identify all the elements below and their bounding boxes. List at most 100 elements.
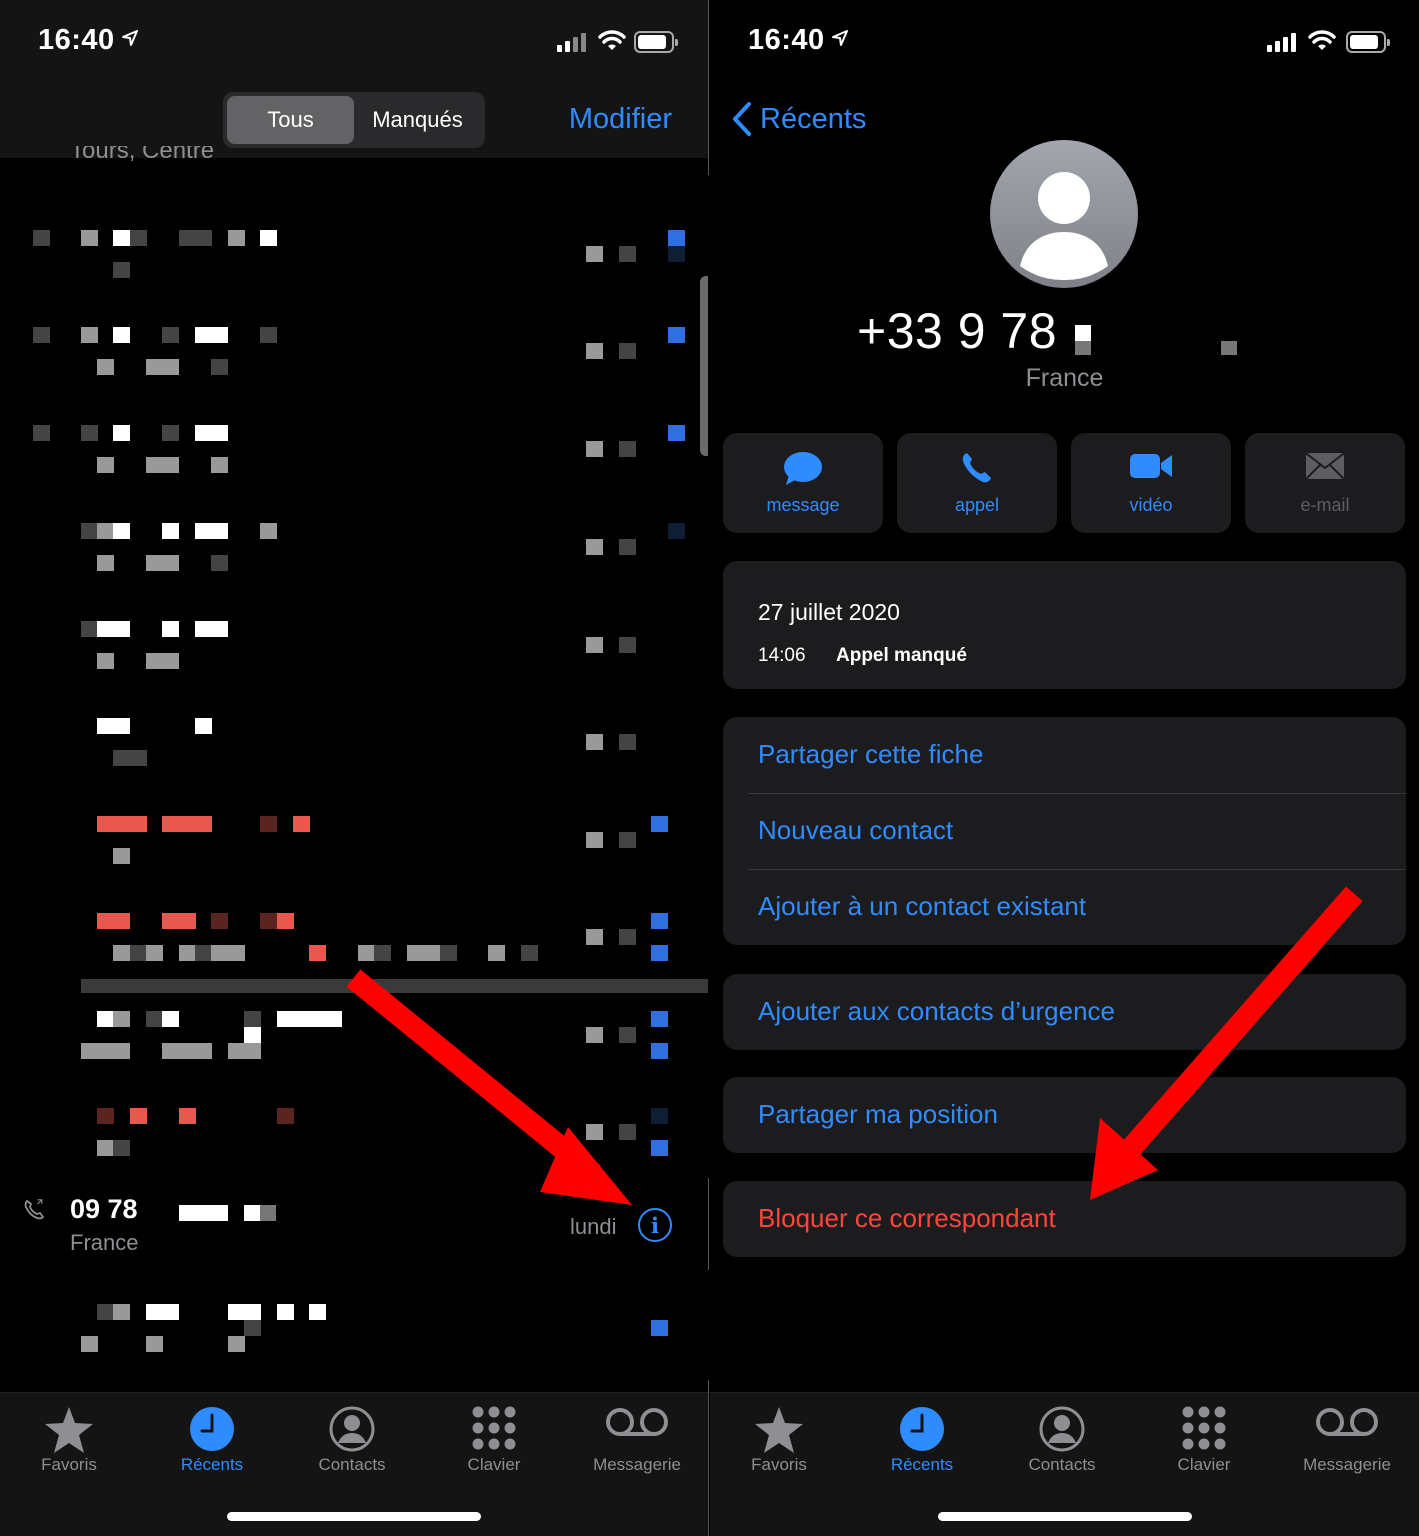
- redacted-block: [228, 1043, 245, 1059]
- battery-icon: [1346, 31, 1390, 53]
- redacted-block: [195, 816, 212, 832]
- home-indicator[interactable]: [937, 1512, 1192, 1521]
- video-button[interactable]: vidéo: [1071, 433, 1231, 533]
- contact-country: France: [1025, 364, 1104, 392]
- back-button[interactable]: Récents: [732, 102, 866, 136]
- redacted-block: [81, 230, 98, 246]
- star-icon: [43, 1405, 95, 1460]
- caller-number: 09 78: [70, 1194, 138, 1224]
- add-emergency-contact-button[interactable]: Ajouter aux contacts d’urgence: [758, 996, 1115, 1027]
- keypad-icon: [471, 1405, 517, 1456]
- redacted-block: [162, 425, 179, 441]
- share-card-button[interactable]: Partager cette fiche: [758, 739, 983, 770]
- email-button[interactable]: e-mail: [1245, 433, 1405, 533]
- divider-line: [708, 1178, 709, 1270]
- redacted-block: [113, 1304, 130, 1320]
- info-button[interactable]: i: [638, 1208, 672, 1242]
- redacted-block: [113, 262, 130, 278]
- filter-segmented-control[interactable]: Tous Manqués: [223, 92, 485, 148]
- redacted-block: [521, 945, 538, 961]
- redacted-block: [260, 327, 277, 343]
- recent-call-row[interactable]: 09 78 France lundi i: [0, 1180, 708, 1270]
- redacted-block: [195, 1043, 212, 1059]
- redacted-block: [33, 230, 50, 246]
- new-contact-button[interactable]: Nouveau contact: [758, 815, 953, 846]
- redacted-block: [228, 945, 245, 961]
- star-icon: [753, 1405, 805, 1460]
- scrollbar[interactable]: [700, 276, 708, 456]
- redacted-block: [244, 1205, 260, 1221]
- status-bar: 16:40: [710, 0, 1419, 80]
- message-bubble-icon: [784, 452, 822, 485]
- redacted-block: [211, 945, 228, 961]
- redacted-block: [309, 945, 326, 961]
- redacted-block: [195, 718, 212, 734]
- message-button[interactable]: message: [723, 433, 883, 533]
- tab-label: Récents: [890, 1455, 954, 1474]
- redacted-block: [619, 832, 636, 848]
- redacted-block: [162, 555, 179, 571]
- redacted-block: [179, 913, 196, 929]
- voicemail-icon: [604, 1405, 670, 1444]
- tab-missed-calls[interactable]: Manqués: [354, 96, 481, 144]
- clipped-location-text: Tours, Centre: [70, 146, 215, 164]
- redacted-block: [211, 425, 228, 441]
- redacted-block: [260, 230, 277, 246]
- redacted-block: [146, 359, 163, 375]
- redacted-block: [195, 425, 212, 441]
- redacted-block: [179, 945, 196, 961]
- redacted-block: [586, 929, 603, 945]
- redacted-block: [277, 913, 294, 929]
- redacted-block: [228, 1336, 245, 1352]
- caller-country: France: [70, 1230, 139, 1255]
- redacted-block: [113, 425, 130, 441]
- redacted-block: [260, 816, 277, 832]
- add-to-existing-contact-button[interactable]: Ajouter à un contact existant: [758, 891, 1086, 922]
- tab-label: Favoris: [41, 1455, 97, 1474]
- contact-detail-screen: 16:40 Récents +33 9 78 France message ap…: [710, 0, 1419, 1536]
- redacted-block: [146, 653, 163, 669]
- edit-button[interactable]: Modifier: [569, 103, 672, 136]
- redacted-block: [277, 1304, 294, 1320]
- redacted-block: [586, 539, 603, 555]
- call-time: 14:06: [758, 645, 806, 666]
- redacted-block: [81, 425, 98, 441]
- home-indicator[interactable]: [227, 1512, 481, 1521]
- redacted-block: [113, 750, 130, 766]
- block-caller-button[interactable]: Bloquer ce correspondant: [758, 1203, 1056, 1234]
- redacted-block: [277, 1011, 294, 1027]
- redacted-block: [97, 555, 114, 571]
- redacted-block: [488, 945, 505, 961]
- redacted-block: [244, 1304, 261, 1320]
- chevron-left-icon: [733, 102, 751, 136]
- share-location-button[interactable]: Partager ma position: [758, 1099, 998, 1130]
- redacted-block: [211, 621, 228, 637]
- redacted-block: [293, 1011, 310, 1027]
- tab-all-calls[interactable]: Tous: [227, 96, 354, 144]
- call-date: 27 juillet 2020: [758, 599, 900, 625]
- divider-line: [708, 0, 709, 175]
- redacted-block: [162, 1011, 179, 1027]
- redacted-block: [195, 523, 212, 539]
- redacted-block: [130, 1108, 147, 1124]
- redacted-block: [619, 734, 636, 750]
- redacted-block: [179, 1108, 196, 1124]
- redacted-block: [162, 359, 179, 375]
- redacted-block: [309, 1011, 326, 1027]
- redacted-block: [619, 539, 636, 555]
- separator: [748, 793, 1406, 794]
- redacted-block: [586, 637, 603, 653]
- redacted-block: [195, 621, 212, 637]
- call-button[interactable]: appel: [897, 433, 1057, 533]
- redacted-block: [586, 1027, 603, 1043]
- redacted-block: [113, 945, 130, 961]
- voicemail-icon: [1314, 1405, 1380, 1444]
- emergency-card: Ajouter aux contacts d’urgence: [723, 974, 1406, 1050]
- person-silhouette-icon: [1020, 172, 1108, 280]
- status-bar: 16:40: [0, 0, 708, 80]
- redacted-block: [586, 734, 603, 750]
- redacted-block: [244, 1043, 261, 1059]
- redacted-block: [162, 523, 179, 539]
- redacted-block: [586, 1124, 603, 1140]
- redacted-block: [211, 359, 228, 375]
